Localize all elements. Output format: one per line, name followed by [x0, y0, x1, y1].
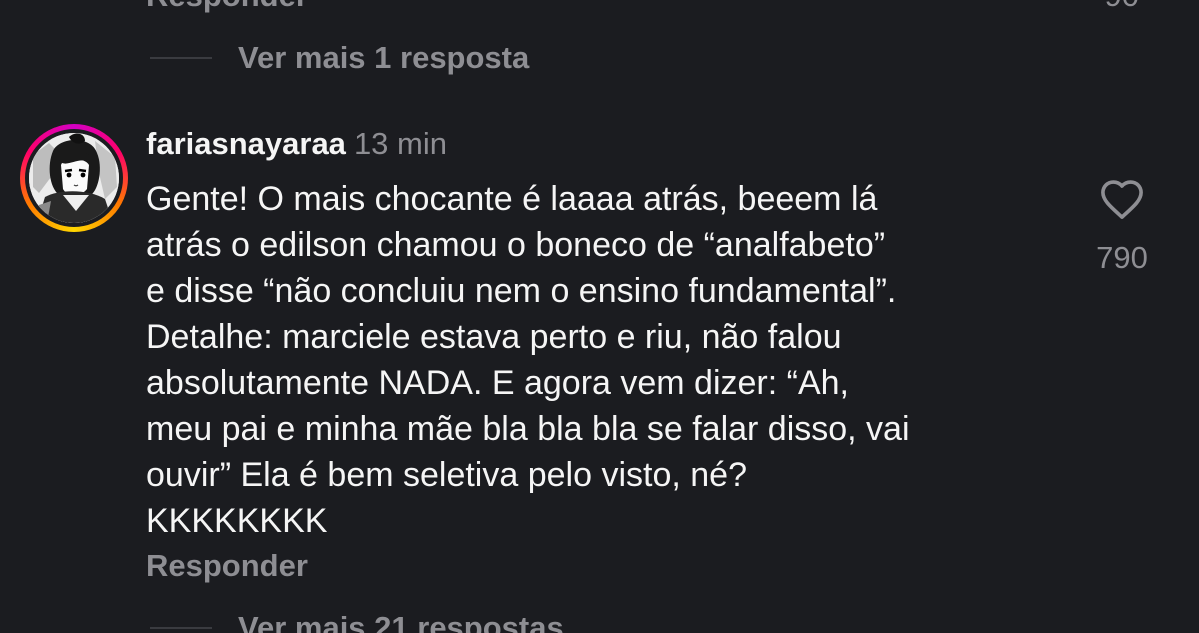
avatar-story-ring[interactable]: [20, 124, 128, 232]
comment-time: 13 min: [353, 126, 447, 161]
reply-button[interactable]: Responder: [146, 0, 308, 14]
heart-outline-icon[interactable]: [1099, 178, 1145, 220]
view-more-replies-label[interactable]: Ver mais 21 respostas: [238, 610, 564, 633]
view-more-replies-label[interactable]: Ver mais 1 resposta: [238, 40, 529, 76]
comment-line: absolutamente NADA. E agora vem dizer: “…: [146, 364, 849, 402]
comment-header: fariasnayaraa 13 min: [146, 124, 447, 164]
avatar[interactable]: [29, 133, 119, 223]
comment-line: Gente! O mais chocante é laaaa atrás, be…: [146, 180, 878, 218]
username[interactable]: fariasnayaraa: [146, 126, 346, 161]
comment-line: KKKKKKKK: [146, 502, 328, 540]
like-count: 790: [1096, 240, 1148, 275]
reply-button[interactable]: Responder: [146, 548, 308, 584]
view-more-replies[interactable]: Ver mais 1 resposta: [150, 38, 529, 78]
comment-line: e disse “não concluiu nem o ensino funda…: [146, 272, 897, 310]
comment-text: Gente! O mais chocante é laaaa atrás, be…: [146, 176, 1066, 544]
comments-thread: Responder 90 Ver mais 1 resposta: [0, 0, 1199, 633]
comment-line: Detalhe: marciele estava perto e riu, nã…: [146, 318, 842, 356]
thread-divider: [150, 627, 212, 629]
thread-divider: [150, 57, 212, 59]
like-count: 90: [1105, 0, 1139, 14]
avatar-manga-portrait-icon: [29, 133, 119, 223]
comment-line: atrás o edilson chamou o boneco de “anal…: [146, 226, 886, 264]
comment-line: ouvir” Ela é bem seletiva pelo visto, né…: [146, 456, 747, 494]
view-more-replies[interactable]: Ver mais 21 respostas: [150, 608, 564, 633]
comment-line: meu pai e minha mãe bla bla bla se falar…: [146, 410, 910, 448]
